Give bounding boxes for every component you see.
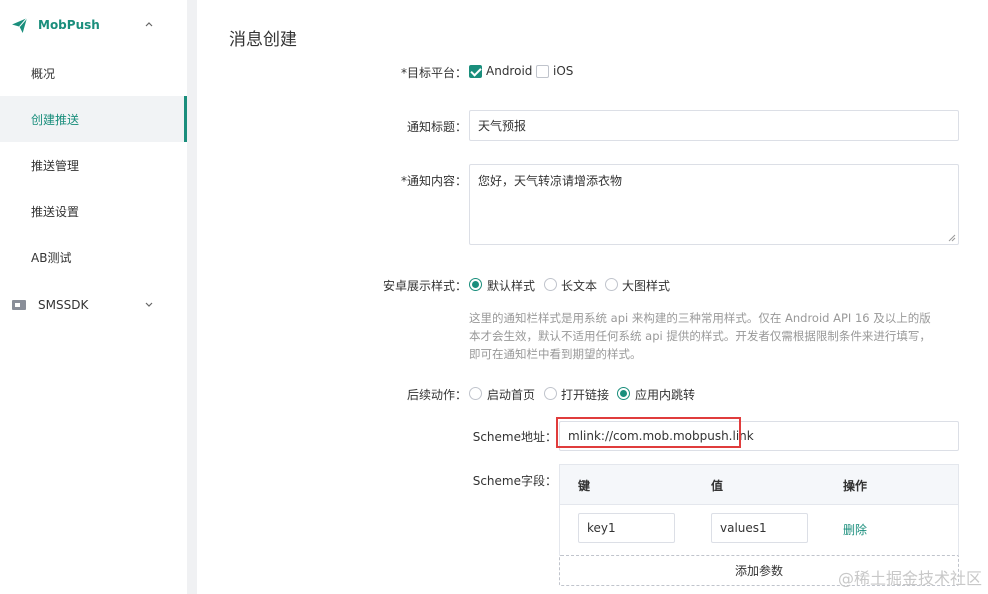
sidebar-item-label: 推送管理 bbox=[31, 158, 80, 173]
notification-title-label: 通知标题： bbox=[406, 120, 467, 134]
style-hint-text: 这里的通知栏样式是用系统 api 来构建的三种常用样式。仅在 Android A… bbox=[469, 309, 959, 363]
sidebar: MobPush 概况 创建推送 推送管理 推送设置 AB测试 SMSSDK bbox=[0, 0, 187, 594]
ios-option-label: iOS bbox=[553, 64, 574, 78]
table-header: 键 值 操作 bbox=[560, 465, 958, 505]
main-content: 消息创建 *目标平台： Android iOS 通知标题： 天气预报 *通知内容… bbox=[197, 0, 988, 594]
style-bigpicture-label: 大图样式 bbox=[622, 279, 671, 293]
column-header-value: 值 bbox=[711, 479, 724, 493]
sidebar-item-push-settings[interactable]: 推送设置 bbox=[0, 188, 187, 234]
style-hint-line-3: 即可在通知栏中看到期望的样式。 bbox=[469, 347, 642, 361]
sidebar-item-label: AB测试 bbox=[31, 250, 72, 265]
style-longtext-radio[interactable] bbox=[544, 278, 557, 291]
row-value-input[interactable]: values1 bbox=[711, 513, 808, 543]
row-key-input[interactable]: key1 bbox=[578, 513, 675, 543]
brand-label: MobPush bbox=[38, 18, 100, 32]
watermark: @稀土掘金技术社区 bbox=[837, 569, 982, 588]
sidebar-item-label: 推送设置 bbox=[31, 204, 80, 219]
paper-plane-icon bbox=[12, 17, 28, 33]
sidebar-divider bbox=[187, 0, 197, 594]
style-longtext-label: 长文本 bbox=[561, 279, 598, 293]
action-in-app-jump-radio[interactable] bbox=[617, 387, 630, 400]
resize-grip-icon[interactable] bbox=[948, 234, 956, 242]
action-launch-home-label: 启动首页 bbox=[487, 388, 536, 402]
sidebar-item-create-push[interactable]: 创建推送 bbox=[0, 96, 187, 142]
sidebar-group-label: SMSSDK bbox=[38, 298, 89, 312]
scheme-fields-table: 键 值 操作 key1 values1 删除 bbox=[559, 464, 959, 556]
notification-content-value: 您好，天气转凉请增添衣物 bbox=[478, 174, 623, 188]
android-checkbox[interactable] bbox=[469, 65, 482, 78]
action-launch-home-radio[interactable] bbox=[469, 387, 482, 400]
page-title: 消息创建 bbox=[229, 30, 297, 50]
display-style-label: 安卓展示样式： bbox=[382, 279, 467, 293]
action-open-link-radio[interactable] bbox=[544, 387, 557, 400]
sidebar-item-label: 概况 bbox=[31, 66, 56, 81]
scheme-fields-label: Scheme字段： bbox=[472, 474, 557, 488]
scheme-address-label: Scheme地址： bbox=[472, 430, 557, 444]
style-default-radio[interactable] bbox=[469, 278, 482, 291]
action-in-app-jump-label: 应用内跳转 bbox=[635, 388, 696, 402]
follow-action-label: 后续动作： bbox=[406, 388, 467, 402]
column-header-action: 操作 bbox=[843, 479, 868, 493]
scheme-highlight-box bbox=[556, 417, 741, 448]
sidebar-group-smssdk[interactable]: SMSSDK bbox=[0, 290, 187, 320]
sidebar-item-ab-test[interactable]: AB测试 bbox=[0, 234, 187, 280]
style-default-label: 默认样式 bbox=[487, 279, 536, 293]
notification-title-input[interactable]: 天气预报 bbox=[469, 110, 959, 141]
brand-header[interactable]: MobPush bbox=[0, 8, 187, 44]
chevron-down-icon[interactable] bbox=[143, 298, 155, 310]
action-open-link-label: 打开链接 bbox=[561, 388, 610, 402]
column-header-key: 键 bbox=[578, 479, 591, 493]
sidebar-item-overview[interactable]: 概况 bbox=[0, 50, 187, 96]
message-icon bbox=[12, 300, 26, 310]
chevron-up-icon[interactable] bbox=[143, 18, 155, 30]
sidebar-item-label: 创建推送 bbox=[31, 112, 80, 127]
delete-row-link[interactable]: 删除 bbox=[843, 521, 867, 538]
style-hint-line-1: 这里的通知栏样式是用系统 api 来构建的三种常用样式。仅在 Android A… bbox=[469, 311, 931, 325]
sidebar-item-push-management[interactable]: 推送管理 bbox=[0, 142, 187, 188]
android-option-label: Android bbox=[486, 64, 533, 78]
notification-content-label: *通知内容： bbox=[400, 174, 467, 188]
platform-label: *目标平台： bbox=[400, 66, 467, 80]
style-bigpicture-radio[interactable] bbox=[605, 278, 618, 291]
notification-content-textarea[interactable]: 您好，天气转凉请增添衣物 bbox=[469, 164, 959, 245]
ios-checkbox[interactable] bbox=[536, 65, 549, 78]
style-hint-line-2: 本才会生效，默认不适用任何系统 api 提供的样式。开发者仅需根据限制条件来进行… bbox=[469, 329, 931, 343]
